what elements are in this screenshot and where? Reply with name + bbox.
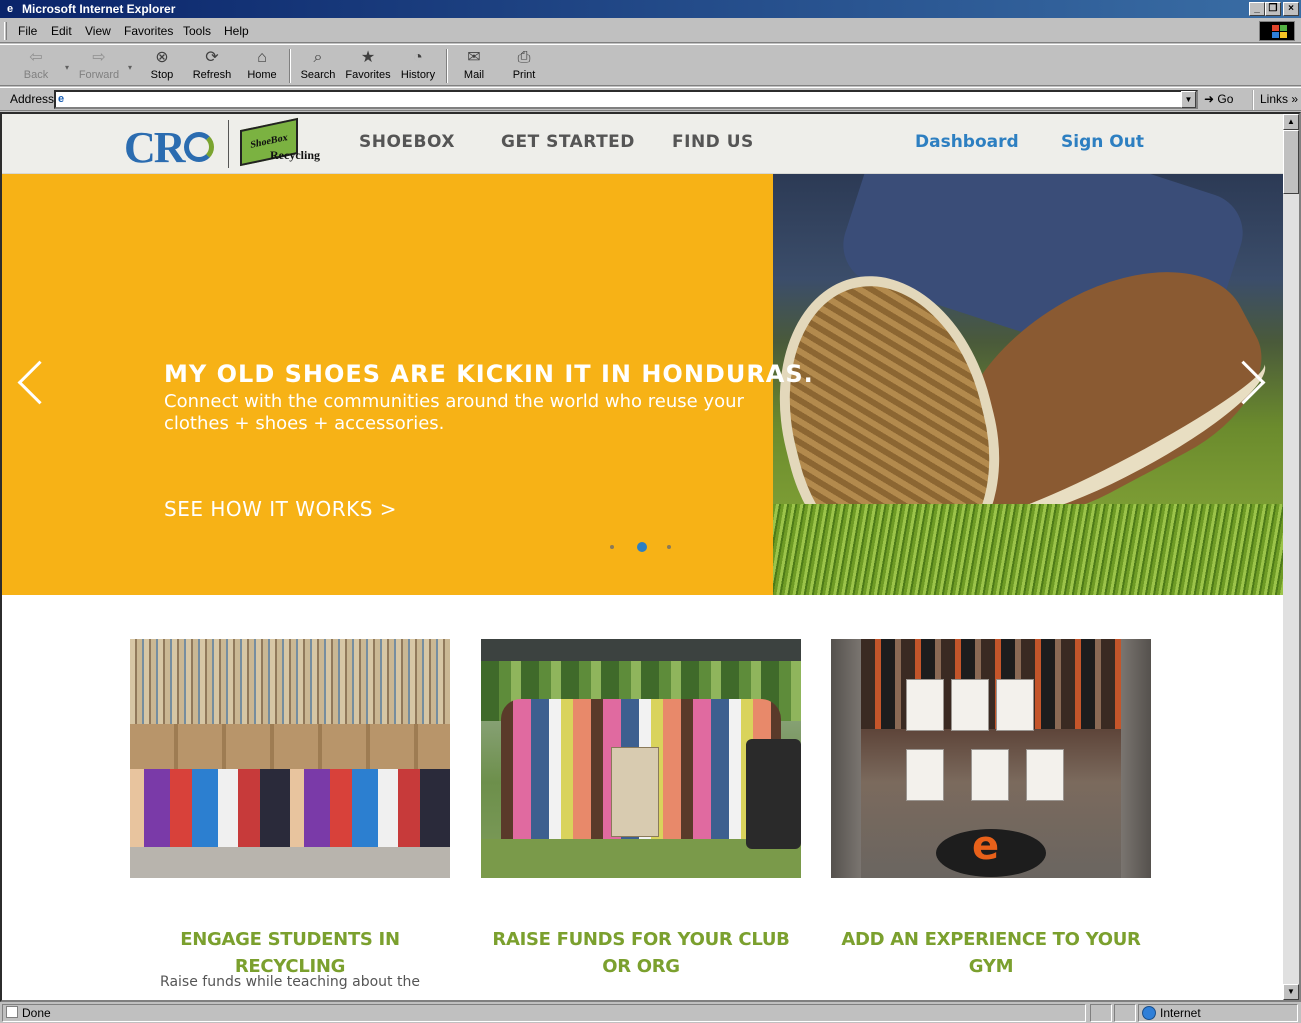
toolbar-separator [289,49,291,83]
menu-view[interactable]: View [85,24,111,38]
menu-bar: File Edit View Favorites Tools Help [0,19,1301,43]
card-title[interactable]: RAISE FUNDS FOR YOUR CLUB OR ORG [481,926,801,980]
page-viewport: CR ShoeBox Recycling SHOEBOX GET STARTED… [2,114,1283,1000]
internet-globe-icon [1142,1006,1156,1020]
scroll-down-icon[interactable]: ▼ [1283,984,1299,1000]
favorites-button[interactable]: ★ Favorites [344,48,392,84]
stop-icon: ⊗ [155,49,169,66]
nav-shoebox[interactable]: SHOEBOX [359,132,455,152]
carousel-prev-chevron-icon[interactable] [16,357,46,407]
scroll-thumb[interactable] [1283,130,1299,194]
close-button[interactable]: × [1283,2,1299,16]
carousel-next-chevron-icon[interactable] [1236,357,1266,407]
back-dropdown-icon[interactable]: ▾ [65,63,69,72]
nav-sign-out[interactable]: Sign Out [1061,132,1144,152]
back-arrow-icon: ⇦ [29,49,43,66]
printer-icon: ⎙ [517,49,531,66]
carousel-dot-1[interactable] [610,545,614,549]
hero-headline: MY OLD SHOES ARE KICKIN IT IN HONDURAS. [164,360,814,388]
forward-dropdown-icon[interactable]: ▾ [128,63,132,72]
logo-divider [228,120,229,168]
go-button[interactable]: ➜ Go [1204,92,1233,106]
menu-tools[interactable]: Tools [183,24,211,38]
nav-find-us[interactable]: FIND US [672,132,754,152]
minimize-button[interactable]: _ [1249,2,1265,16]
hero-subtext: Connect with the communities around the … [164,391,744,434]
home-icon: ⌂ [257,49,267,66]
stop-button[interactable]: ⊗ Stop [138,48,186,84]
address-dropdown-icon[interactable]: ▼ [1181,91,1196,108]
carousel-indicators [608,542,678,554]
club-fundraising-photo [481,639,801,878]
address-label: Address [10,92,55,106]
favorites-folder-icon: ★ [360,49,376,66]
mail-icon: ✉ [467,49,481,66]
toolbar-grip[interactable] [4,22,7,40]
status-main-cell [2,1004,1086,1022]
status-cell [1090,1004,1112,1022]
ie-logo-icon: e [6,3,14,15]
back-button[interactable]: ⇦ Back [12,48,60,84]
students-recycling-photo [130,639,450,878]
standard-toolbar: ⇦ Back ▾ ⇨ Forward ▾ ⊗ Stop ⟳ Refresh ⌂ … [0,44,1301,86]
refresh-icon: ⟳ [205,49,219,66]
history-button[interactable]: ◔ History [394,48,442,84]
forward-button[interactable]: ⇨ Forward [75,48,123,84]
page-icon: e [58,93,65,105]
search-icon: ⌕ [313,49,323,66]
gym-shoebox-photo [831,639,1151,878]
mail-button[interactable]: ✉ Mail [450,48,498,84]
home-button[interactable]: ⌂ Home [238,48,286,84]
menu-file[interactable]: File [18,24,37,38]
card-text: Raise funds while teaching about the [160,974,420,990]
print-button[interactable]: ⎙ Print [500,48,548,84]
site-header: CR ShoeBox Recycling SHOEBOX GET STARTED… [2,114,1283,174]
status-bar: Done Internet [0,1002,1301,1023]
window-title: Microsoft Internet Explorer [22,2,176,16]
restore-button[interactable]: ❐ [1265,2,1281,16]
status-text: Done [22,1006,51,1020]
forward-arrow-icon: ⇨ [92,49,106,66]
refresh-button[interactable]: ⟳ Refresh [188,48,236,84]
carousel-dot-3[interactable] [667,545,671,549]
hero-shoe-photo [773,174,1283,595]
history-icon: ◔ [413,49,423,66]
menu-favorites[interactable]: Favorites [124,24,173,38]
address-bar: Address e ▼ ➜ Go Links » [0,87,1301,111]
status-cell [1114,1004,1136,1022]
page-done-icon [6,1006,18,1018]
nav-dashboard[interactable]: Dashboard [915,132,1019,152]
go-arrow-icon: ➜ [1204,92,1215,106]
see-how-it-works-link[interactable]: SEE HOW IT WORKS > [164,497,397,521]
windows-logo-icon [1259,21,1295,41]
shoebox-logo-text: Recycling [270,148,320,162]
nav-get-started[interactable]: GET STARTED [501,132,635,152]
hero-carousel: MY OLD SHOES ARE KICKIN IT IN HONDURAS. … [2,174,1283,595]
address-input[interactable]: e [54,90,1198,109]
menu-edit[interactable]: Edit [51,24,72,38]
cr-logo[interactable]: CR [124,122,186,173]
toolbar-separator [446,49,448,83]
title-bar: e Microsoft Internet Explorer _ ❐ × [0,0,1301,18]
card-title[interactable]: ADD AN EXPERIENCE TO YOUR GYM [831,926,1151,980]
links-toolbar[interactable]: Links » [1252,90,1298,110]
search-button[interactable]: ⌕ Search [294,48,342,84]
carousel-dot-2[interactable] [637,542,647,552]
security-zone: Internet [1160,1006,1201,1020]
scroll-up-icon[interactable]: ▲ [1283,114,1299,130]
menu-help[interactable]: Help [224,24,249,38]
vertical-scrollbar[interactable]: ▲ ▼ [1283,114,1299,1000]
recycle-icon [184,132,214,162]
